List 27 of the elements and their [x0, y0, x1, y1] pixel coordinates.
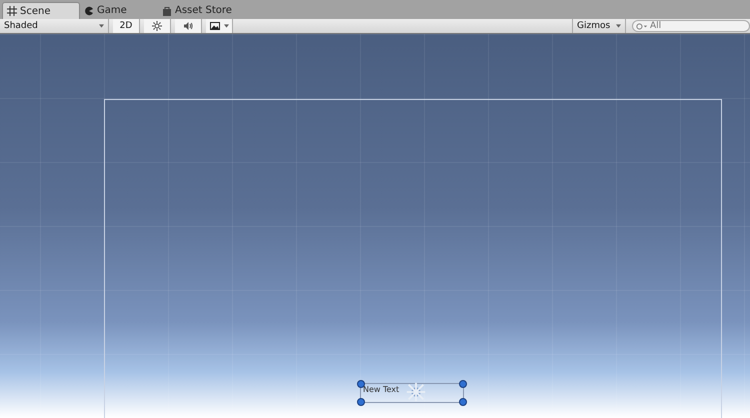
audio-toggle[interactable] — [175, 19, 202, 33]
effects-dropdown[interactable] — [206, 19, 233, 33]
lighting-toggle[interactable] — [144, 19, 171, 33]
caret-icon — [224, 24, 228, 28]
text-object-label: New Text — [363, 385, 400, 394]
resize-handle[interactable] — [459, 380, 467, 388]
pacman-icon — [84, 6, 94, 16]
tab[interactable]: Scene — [2, 2, 80, 19]
caret-icon — [616, 24, 621, 28]
tab[interactable]: Game — [80, 2, 158, 19]
transform-gizmo-icon[interactable] — [405, 381, 427, 403]
resize-handle[interactable] — [459, 398, 467, 406]
sun-icon — [152, 21, 162, 31]
gizmos-dropdown[interactable]: Gizmos — [572, 19, 626, 33]
image-icon — [210, 21, 220, 31]
caret-icon — [99, 24, 104, 28]
search-icon — [636, 22, 648, 31]
tab[interactable]: Asset Store — [158, 2, 240, 19]
shopping-bag-icon — [162, 6, 172, 16]
speaker-icon — [183, 21, 193, 31]
grid-icon — [7, 6, 17, 16]
search-field[interactable]: All — [632, 20, 750, 32]
2d-toggle[interactable]: 2D — [113, 19, 140, 33]
draw-mode-dropdown[interactable]: Shaded — [0, 19, 109, 33]
resize-handle[interactable] — [357, 398, 365, 406]
resize-handle[interactable] — [357, 380, 365, 388]
text-object[interactable]: New Text — [360, 383, 464, 403]
